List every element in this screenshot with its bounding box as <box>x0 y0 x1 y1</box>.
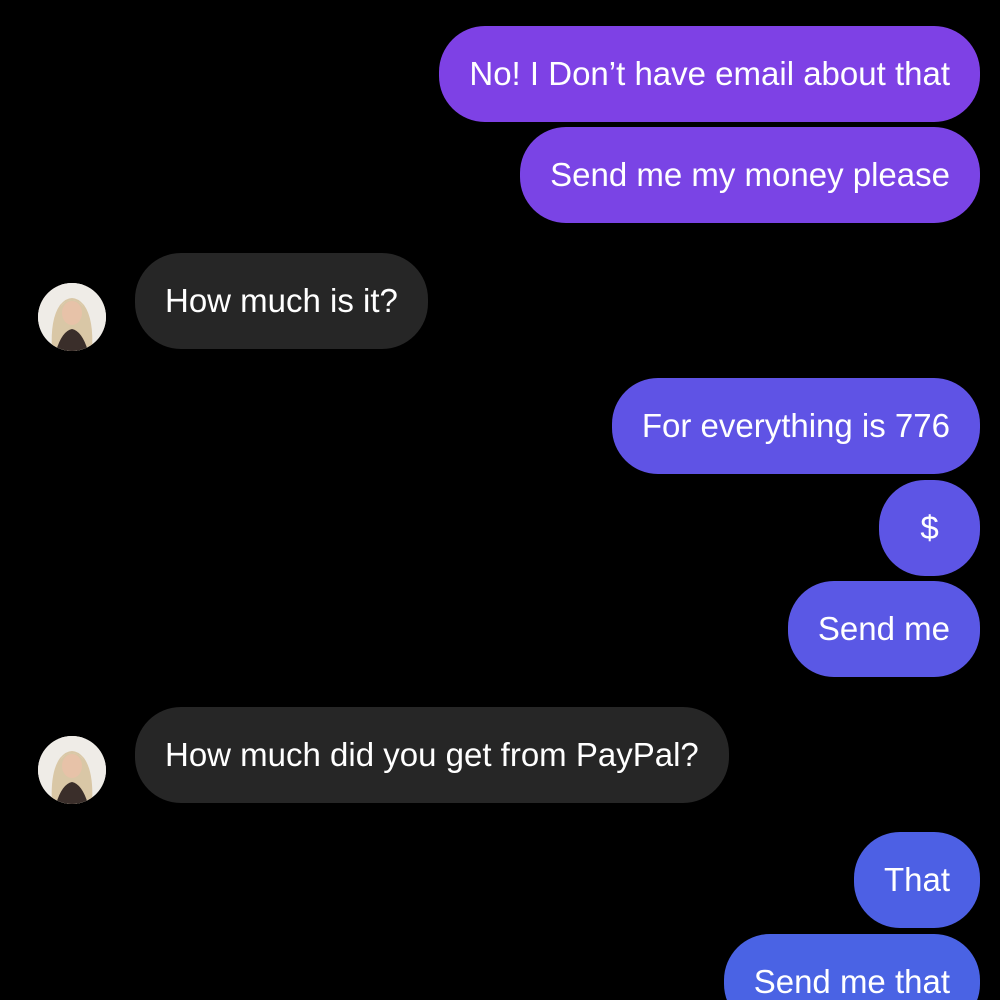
incoming-message[interactable]: How much did you get from PayPal? <box>135 707 729 803</box>
outgoing-message[interactable]: No! I Don’t have email about that <box>439 26 980 122</box>
avatar-image <box>38 736 106 804</box>
outgoing-message[interactable]: $ <box>879 480 980 576</box>
incoming-message[interactable]: How much is it? <box>135 253 428 349</box>
outgoing-message[interactable]: That <box>853 832 980 928</box>
avatar-image <box>38 283 106 351</box>
outgoing-message[interactable]: Send me that <box>723 934 980 1000</box>
outgoing-message[interactable]: For everything is 776 <box>611 378 980 474</box>
contact-avatar[interactable] <box>38 736 106 804</box>
outgoing-message[interactable]: Send me my money please <box>520 127 980 223</box>
chat-thread: No! I Don’t have email about that Send m… <box>0 0 1000 1000</box>
outgoing-message[interactable]: Send me <box>787 581 980 677</box>
contact-avatar[interactable] <box>38 283 106 351</box>
